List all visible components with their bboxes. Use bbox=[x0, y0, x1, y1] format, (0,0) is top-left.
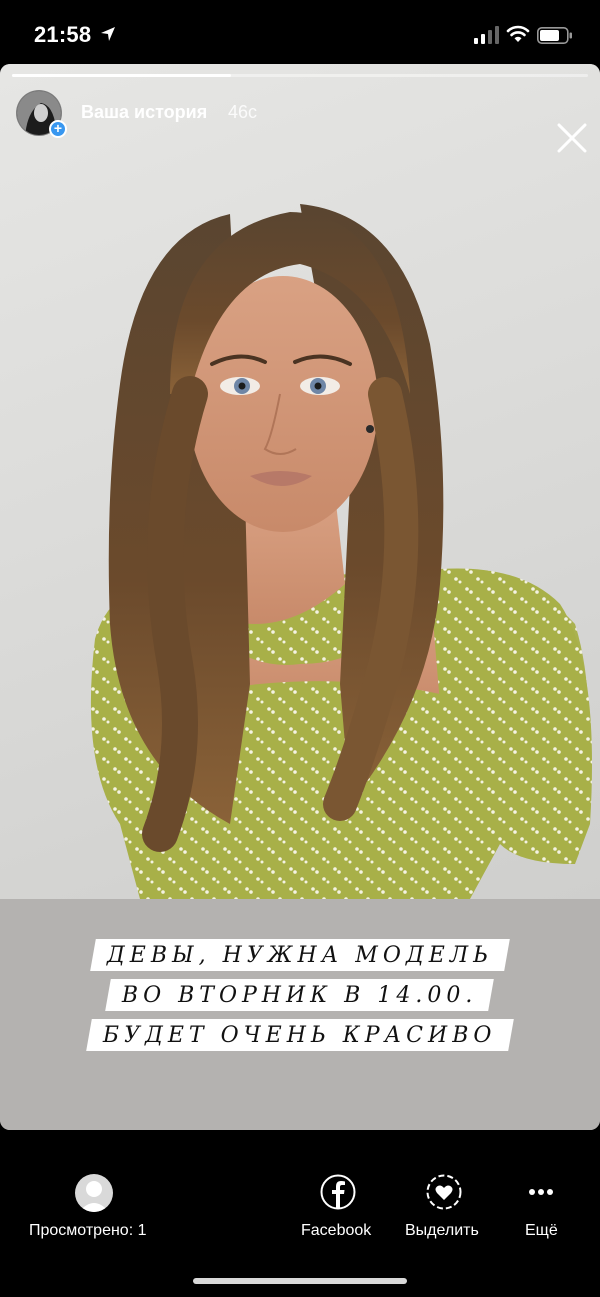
caption-line: ДЕВЫ, НУЖНА МОДЕЛЬ bbox=[0, 939, 600, 971]
story-action-bar: Просмотрено: 1 Facebook Выделить Ещё bbox=[0, 1130, 600, 1297]
cellular-signal-icon bbox=[474, 26, 499, 44]
add-story-plus-icon[interactable]: + bbox=[49, 120, 67, 138]
close-icon[interactable] bbox=[556, 122, 588, 154]
story-viewer[interactable]: ДЕВЫ, НУЖНА МОДЕЛЬ ВО ВТОРНИК В 14.00. Б… bbox=[0, 64, 600, 1130]
highlight-button[interactable]: Выделить bbox=[405, 1222, 479, 1240]
highlight-heart-icon[interactable] bbox=[426, 1174, 462, 1210]
caption-line: БУДЕТ ОЧЕНЬ КРАСИВО bbox=[0, 1019, 600, 1051]
wifi-icon bbox=[506, 25, 530, 42]
story-progress-bar bbox=[12, 74, 588, 77]
status-time: 21:58 bbox=[34, 22, 92, 47]
location-arrow-icon bbox=[101, 27, 115, 41]
facebook-share-button[interactable]: Facebook bbox=[301, 1222, 371, 1240]
story-text-area: ДЕВЫ, НУЖНА МОДЕЛЬ ВО ВТОРНИК В 14.00. Б… bbox=[0, 899, 600, 1130]
story-progress-fill bbox=[12, 74, 231, 77]
person-icon bbox=[79, 1181, 109, 1212]
story-header: + Ваша история 46с bbox=[16, 90, 587, 153]
home-indicator[interactable] bbox=[193, 1278, 407, 1284]
story-photo bbox=[0, 64, 600, 899]
facebook-icon[interactable] bbox=[320, 1174, 356, 1210]
caption-line: ВО ВТОРНИК В 14.00. bbox=[0, 979, 600, 1011]
viewer-avatar[interactable] bbox=[75, 1174, 113, 1212]
story-owner-name[interactable]: Ваша история bbox=[81, 102, 207, 123]
story-timestamp: 46с bbox=[228, 102, 258, 122]
viewed-count-button[interactable]: Просмотрено: 1 bbox=[29, 1222, 147, 1240]
more-dots-icon[interactable] bbox=[528, 1188, 554, 1196]
more-button[interactable]: Ещё bbox=[525, 1222, 558, 1240]
battery-icon bbox=[537, 27, 572, 44]
status-bar: 21:58 bbox=[0, 0, 600, 64]
